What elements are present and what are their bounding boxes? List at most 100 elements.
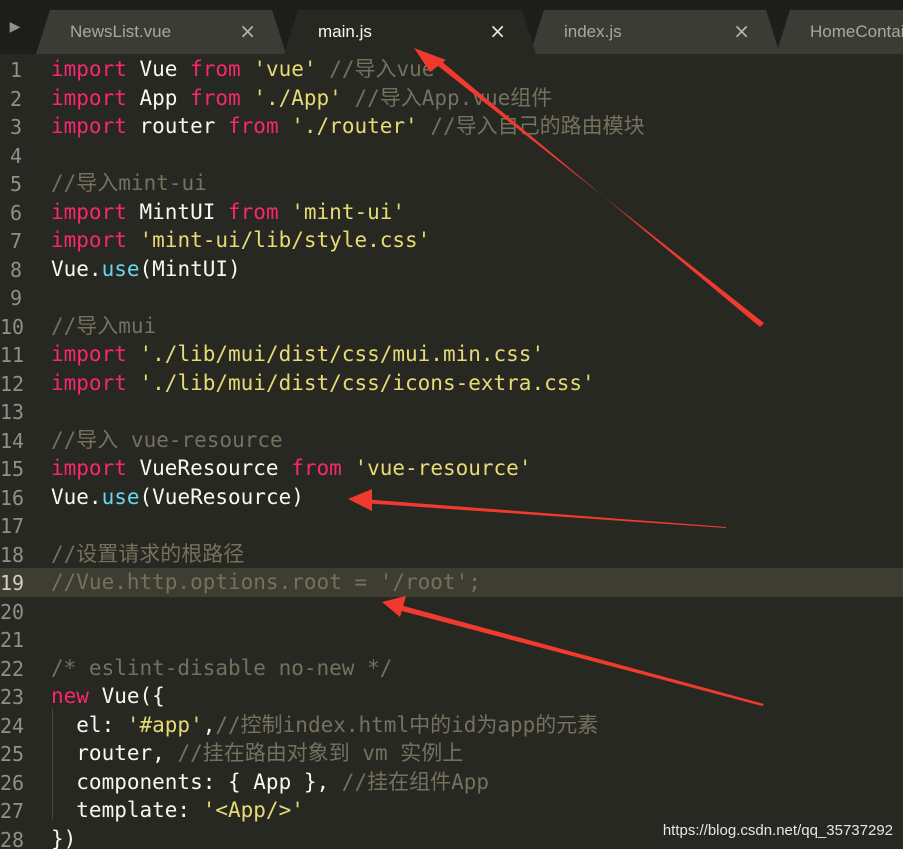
code-text: Vue.use(MintUI) bbox=[51, 255, 241, 284]
code-token: MintUI bbox=[126, 199, 229, 224]
line-number: 4 bbox=[9, 143, 22, 168]
code-token: use bbox=[101, 256, 140, 281]
code-line[interactable]: 11 import './lib/mui/dist/css/mui.min.css… bbox=[0, 340, 903, 369]
line-number: 15 bbox=[0, 457, 25, 481]
tab-label: main.js bbox=[318, 22, 372, 41]
tab-label: index.js bbox=[564, 22, 622, 41]
line-number: 23 bbox=[0, 685, 25, 709]
tab-newslist-vue[interactable]: NewsList.vue × bbox=[36, 10, 286, 54]
code-token: 'vue-resource' bbox=[354, 456, 532, 480]
line-number: 5 bbox=[9, 172, 22, 196]
code-line[interactable]: 23 new Vue({ bbox=[0, 682, 903, 711]
line-number: 26 bbox=[0, 770, 25, 795]
code-text: //导入 vue-resource bbox=[51, 426, 283, 455]
code-token: //导入mui bbox=[51, 313, 157, 338]
line-number: 27 bbox=[0, 799, 25, 823]
code-line[interactable]: 3 import router from './router' //导入自己的路由… bbox=[0, 112, 903, 141]
code-line[interactable]: 27 template: '<App/>' bbox=[0, 796, 903, 825]
code-token: from bbox=[190, 85, 241, 110]
code-token: router bbox=[126, 114, 229, 138]
tab-main-js[interactable]: main.js × bbox=[284, 10, 536, 54]
code-line[interactable]: 26 components: { App }, //挂在组件App bbox=[0, 768, 903, 797]
code-token: //导入mint-ui bbox=[51, 171, 207, 195]
code-line[interactable]: 10 //导入mui bbox=[0, 312, 903, 341]
code-editor[interactable]: 1 import Vue from 'vue' //导入vue 2 import Ap… bbox=[0, 54, 903, 849]
code-line[interactable]: 18 //设置请求的根路径 bbox=[0, 540, 903, 569]
line-number: 24 bbox=[0, 713, 25, 738]
line-number: 21 bbox=[0, 628, 25, 652]
code-token: 'mint-ui' bbox=[291, 199, 406, 224]
close-icon[interactable]: × bbox=[239, 19, 256, 43]
sidebar-toggle-icon[interactable]: ▶ bbox=[0, 0, 30, 54]
code-line[interactable]: 25 router, //挂在路由对象到 vm 实例上 bbox=[0, 739, 903, 768]
code-line[interactable]: 16 Vue.use(VueResource) bbox=[0, 483, 903, 512]
editor-window: ▶ NewsList.vue × index.js × HomeContaine… bbox=[0, 0, 903, 849]
code-token: import bbox=[51, 456, 127, 480]
code-token: './lib/mui/dist/css/mui.min.css' bbox=[139, 342, 545, 366]
tab-index-js[interactable]: index.js × bbox=[530, 10, 780, 54]
code-line[interactable]: 17 bbox=[0, 511, 903, 540]
code-token: import bbox=[51, 114, 127, 138]
code-line[interactable]: 5 //导入mint-ui bbox=[0, 169, 903, 198]
code-line[interactable]: 9 bbox=[0, 283, 903, 312]
code-line[interactable]: 22 /* eslint-disable no-new */ bbox=[0, 654, 903, 683]
code-text: import './lib/mui/dist/css/icons-extra.c… bbox=[51, 369, 595, 398]
line-number: 13 bbox=[0, 400, 25, 424]
close-icon[interactable]: × bbox=[733, 19, 750, 43]
line-number: 12 bbox=[0, 371, 25, 396]
code-line[interactable]: 13 bbox=[0, 397, 903, 426]
code-line[interactable]: 24 el: '#app',//控制index.html中的id为app的元素 bbox=[0, 711, 903, 740]
code-line[interactable]: 20 bbox=[0, 597, 903, 626]
code-token: }) bbox=[51, 826, 77, 849]
tab-label: NewsList.vue bbox=[70, 22, 172, 41]
code-line[interactable]: 15 import VueResource from 'vue-resource' bbox=[0, 454, 903, 483]
code-token: 'vue' bbox=[253, 57, 317, 81]
code-token: App bbox=[126, 85, 191, 110]
code-line[interactable]: 2 import App from './App' //导入App.vue组件 bbox=[0, 84, 903, 113]
code-token: Vue. bbox=[51, 256, 102, 281]
line-number: 25 bbox=[0, 742, 25, 766]
code-token: import bbox=[51, 228, 127, 252]
code-token: (VueResource) bbox=[139, 484, 304, 509]
code-line[interactable]: 14 //导入 vue-resource bbox=[0, 426, 903, 455]
code-line[interactable]: 4 bbox=[0, 141, 903, 170]
line-number: 9 bbox=[9, 286, 22, 310]
code-token: '<App/>' bbox=[202, 798, 304, 822]
code-text: }) bbox=[51, 825, 76, 849]
code-text: //Vue.http.options.root = '/root'; bbox=[51, 568, 481, 597]
code-token: //挂在组件App bbox=[341, 769, 490, 794]
code-token: //设置请求的根路径 bbox=[51, 541, 245, 566]
line-number: 11 bbox=[0, 343, 25, 367]
code-line[interactable]: 19 //Vue.http.options.root = '/root'; bbox=[0, 568, 903, 597]
code-token: import bbox=[51, 342, 127, 366]
code-token: './App' bbox=[253, 85, 342, 110]
code-text: import VueResource from 'vue-resource' bbox=[51, 454, 531, 483]
line-number: 10 bbox=[0, 314, 25, 339]
code-text: import App from './App' //导入App.vue组件 bbox=[51, 84, 552, 113]
code-line[interactable]: 6 import MintUI from 'mint-ui' bbox=[0, 198, 903, 227]
code-token: Vue({ bbox=[88, 684, 165, 708]
code-line[interactable]: 12 import './lib/mui/dist/css/icons-extra… bbox=[0, 369, 903, 398]
code-line[interactable]: 1 import Vue from 'vue' //导入vue bbox=[0, 55, 903, 84]
code-line[interactable]: 8 Vue.use(MintUI) bbox=[0, 255, 903, 284]
line-number: 16 bbox=[0, 485, 25, 510]
close-icon[interactable]: × bbox=[489, 19, 506, 43]
line-number: 2 bbox=[9, 86, 22, 111]
line-number: 17 bbox=[0, 514, 25, 538]
code-token: new bbox=[51, 684, 89, 708]
code-token: from bbox=[291, 456, 342, 480]
code-line[interactable]: 7 import 'mint-ui/lib/style.css' bbox=[0, 226, 903, 255]
code-text: Vue.use(VueResource) bbox=[51, 483, 304, 512]
tab-homecontainer[interactable]: HomeContainer bbox=[776, 10, 903, 54]
code-token: './lib/mui/dist/css/icons-extra.css' bbox=[139, 370, 595, 395]
code-text: import router from './router' //导入自己的路由模… bbox=[51, 112, 645, 141]
code-line[interactable]: 21 bbox=[0, 625, 903, 654]
code-text: new Vue({ bbox=[51, 682, 165, 711]
